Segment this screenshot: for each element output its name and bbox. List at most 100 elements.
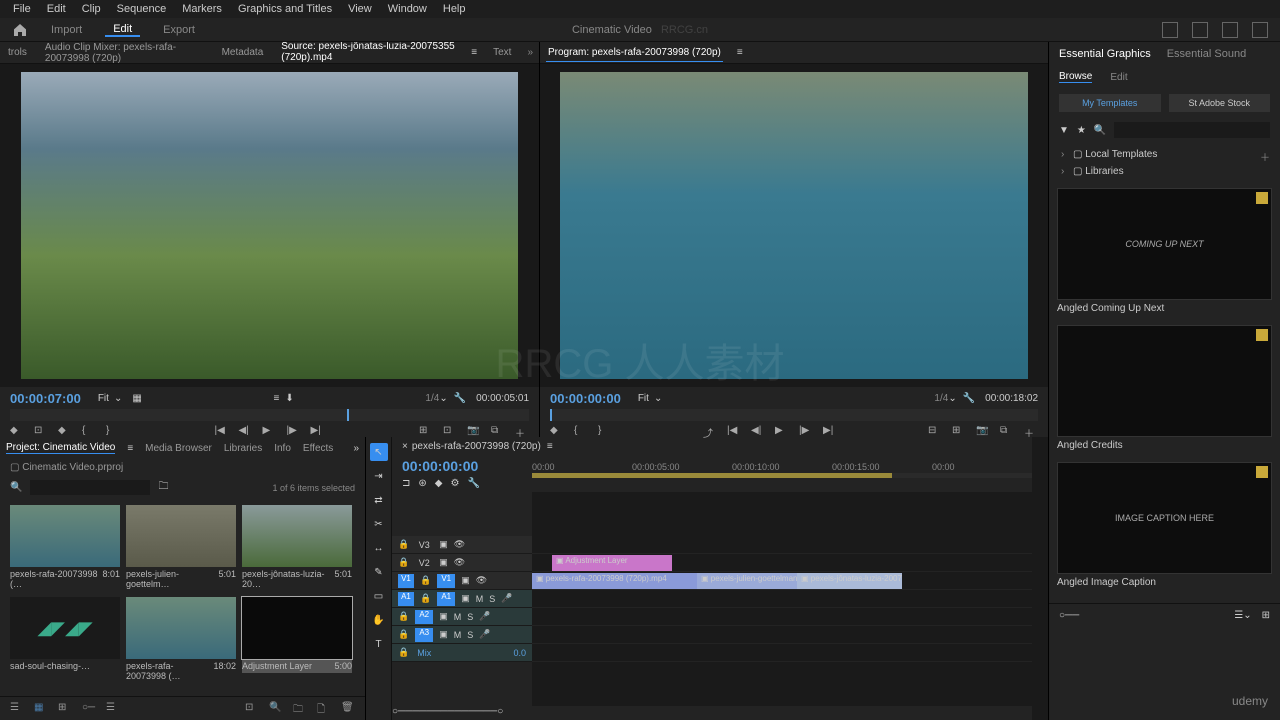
menu-file[interactable]: File [5, 3, 39, 15]
menu-markers[interactable]: Markers [174, 3, 230, 15]
hand-tool-icon[interactable]: ✋ [370, 611, 388, 629]
program-zoom-fit[interactable]: Fit [633, 393, 654, 404]
tab-menu-icon[interactable]: ≡ [547, 441, 553, 452]
zoom-slider[interactable]: ○── [1059, 610, 1079, 621]
find-icon[interactable]: 🔍 [269, 702, 283, 716]
bin-item[interactable]: pexels-rafa-20073998 (…18:02 [126, 597, 236, 683]
workspace-edit[interactable]: Edit [105, 23, 140, 37]
menu-view[interactable]: View [340, 3, 380, 15]
track-head-mix[interactable]: 🔒Mix0.0 [392, 644, 532, 662]
workspace-menu-icon[interactable] [1222, 22, 1238, 38]
step-back-icon[interactable]: ◀| [239, 425, 253, 439]
ripple-edit-tool-icon[interactable]: ⇄ [370, 491, 388, 509]
track-head-a2[interactable]: 🔒A2▣MS🎤 [392, 608, 532, 626]
bin-item[interactable]: pexels-rafa-20073998 (…8:01 [10, 505, 120, 591]
step-back-icon[interactable]: ◀| [751, 425, 765, 439]
tab-menu-icon[interactable]: ≡ [471, 47, 477, 58]
trash-icon[interactable]: 🗑 [341, 702, 355, 716]
subtab-edit[interactable]: Edit [1110, 72, 1127, 83]
go-to-out-icon[interactable]: ▶| [311, 425, 325, 439]
source-monitor[interactable] [0, 64, 539, 387]
freeform-view-icon[interactable]: ⊞ [58, 702, 72, 716]
selection-tool-icon[interactable]: ↖ [370, 443, 388, 461]
adobe-stock-button[interactable]: St Adobe Stock [1169, 94, 1271, 112]
mark-in-icon[interactable]: { [82, 425, 96, 439]
comparison-icon[interactable]: ⧉ [1000, 425, 1014, 439]
wrench-icon[interactable]: 🔧 [963, 393, 975, 404]
new-item-icon[interactable]: 🗋 [317, 702, 331, 716]
overwrite-clip-icon[interactable]: ⊡ [443, 425, 457, 439]
chevron-down-icon[interactable]: ⌄ [114, 393, 122, 404]
new-bin-icon[interactable]: 🗀 [293, 702, 307, 716]
full-res-icon[interactable]: ▦ [132, 393, 141, 404]
template-item[interactable]: Angled Credits [1057, 325, 1272, 454]
tab-metadata[interactable]: Metadata [220, 44, 266, 61]
tab-info[interactable]: Info [274, 443, 291, 454]
filter-icon[interactable]: ▼ [1059, 125, 1069, 136]
chevron-down-icon[interactable]: ⌄ [654, 393, 662, 404]
new-bin-icon[interactable]: 🗀 [158, 479, 168, 496]
bin-item-selected[interactable]: Adjustment Layer5:00 [242, 597, 352, 683]
clip-adjustment-layer[interactable]: ▣ Adjustment Layer [552, 555, 672, 571]
comparison-icon[interactable]: ⧉ [491, 425, 505, 439]
tab-program[interactable]: Program: pexels-rafa-20073998 (720p) [546, 44, 723, 62]
timeline-ruler[interactable]: 00:00 00:00:05:00 00:00:10:00 00:00:15:0… [532, 455, 1032, 473]
tabs-overflow-icon[interactable]: » [353, 443, 359, 454]
slip-tool-icon[interactable]: ↔ [370, 539, 388, 557]
type-tool-icon[interactable]: T [370, 635, 388, 653]
overwrite-icon[interactable]: ◆ [58, 425, 72, 439]
chevron-down-icon[interactable]: ⌄ [948, 393, 956, 404]
button-editor-icon[interactable]: ＋ [515, 425, 529, 439]
sequence-tab[interactable]: pexels-rafa-20073998 (720p) [412, 441, 541, 452]
quick-export-icon[interactable] [1162, 22, 1178, 38]
tab-menu-icon[interactable]: ≡ [737, 47, 743, 58]
work-area-bar[interactable] [532, 473, 1032, 478]
tree-libraries[interactable]: ▢ Libraries [1059, 163, 1270, 180]
menu-help[interactable]: Help [435, 3, 474, 15]
icon-view-icon[interactable]: ▦ [34, 702, 48, 716]
automate-icon[interactable]: ⊡ [245, 702, 259, 716]
rectangle-tool-icon[interactable]: ▭ [370, 587, 388, 605]
timeline-zoom-scroll[interactable]: ○──────────────○ [392, 706, 1032, 720]
menu-edit[interactable]: Edit [39, 3, 74, 15]
settings-bars-icon[interactable]: ≡ [273, 393, 279, 404]
go-to-out-icon[interactable]: ▶| [823, 425, 837, 439]
add-icon[interactable]: ＋ [1260, 149, 1270, 164]
clip-video-3[interactable]: ▣ pexels-jônatas-luzia-20075355 [797, 573, 902, 589]
workspace-import[interactable]: Import [43, 24, 90, 36]
close-tab-icon[interactable]: × [402, 441, 408, 452]
wrench-icon[interactable]: 🔧 [467, 478, 479, 489]
razor-tool-icon[interactable]: ✂ [370, 515, 388, 533]
tree-local-templates[interactable]: ▢ Local Templates＋ [1059, 146, 1270, 163]
lift-icon[interactable]: ⊟ [928, 425, 942, 439]
sort-icon[interactable]: ☰ [106, 702, 120, 716]
timeline-timecode[interactable]: 00:00:00:00 [402, 458, 522, 474]
export-icon[interactable]: ⤴ [703, 425, 717, 439]
marker-dropper-icon[interactable]: ⬇ [285, 393, 293, 404]
pen-tool-icon[interactable]: ✎ [370, 563, 388, 581]
export-frame-icon[interactable]: 📷 [976, 425, 990, 439]
button-editor-icon[interactable]: ＋ [1024, 425, 1038, 439]
tabs-overflow-icon[interactable]: » [527, 47, 533, 58]
step-fwd-icon[interactable]: |▶ [799, 425, 813, 439]
project-search-input[interactable] [30, 480, 150, 495]
tab-essential-sound[interactable]: Essential Sound [1167, 48, 1247, 60]
tab-libraries[interactable]: Libraries [224, 443, 262, 454]
source-scrubber[interactable] [10, 409, 529, 421]
track-head-v2[interactable]: 🔒V2▣👁 [392, 554, 532, 572]
source-timecode[interactable]: 00:00:07:00 [10, 391, 81, 406]
subtab-browse[interactable]: Browse [1059, 71, 1092, 83]
snap-icon[interactable]: ⊐ [402, 478, 410, 489]
menu-window[interactable]: Window [380, 3, 435, 15]
extract-icon[interactable]: ⊞ [952, 425, 966, 439]
program-scale[interactable]: 1/4 [934, 393, 948, 404]
mark-out-icon[interactable]: } [598, 425, 612, 439]
install-icon[interactable]: ⊞ [1262, 610, 1270, 621]
play-icon[interactable]: ▶ [775, 425, 789, 439]
export-frame-icon[interactable]: 📷 [467, 425, 481, 439]
tab-effect-controls[interactable]: trols [6, 44, 29, 61]
play-icon[interactable]: ▶ [263, 425, 277, 439]
bin-item[interactable]: pexels-jônatas-luzia-20…5:01 [242, 505, 352, 591]
tab-source[interactable]: Source: pexels-jônatas-luzia-20075355 (7… [279, 38, 457, 67]
track-head-v1[interactable]: V1🔒V1▣👁 [392, 572, 532, 590]
